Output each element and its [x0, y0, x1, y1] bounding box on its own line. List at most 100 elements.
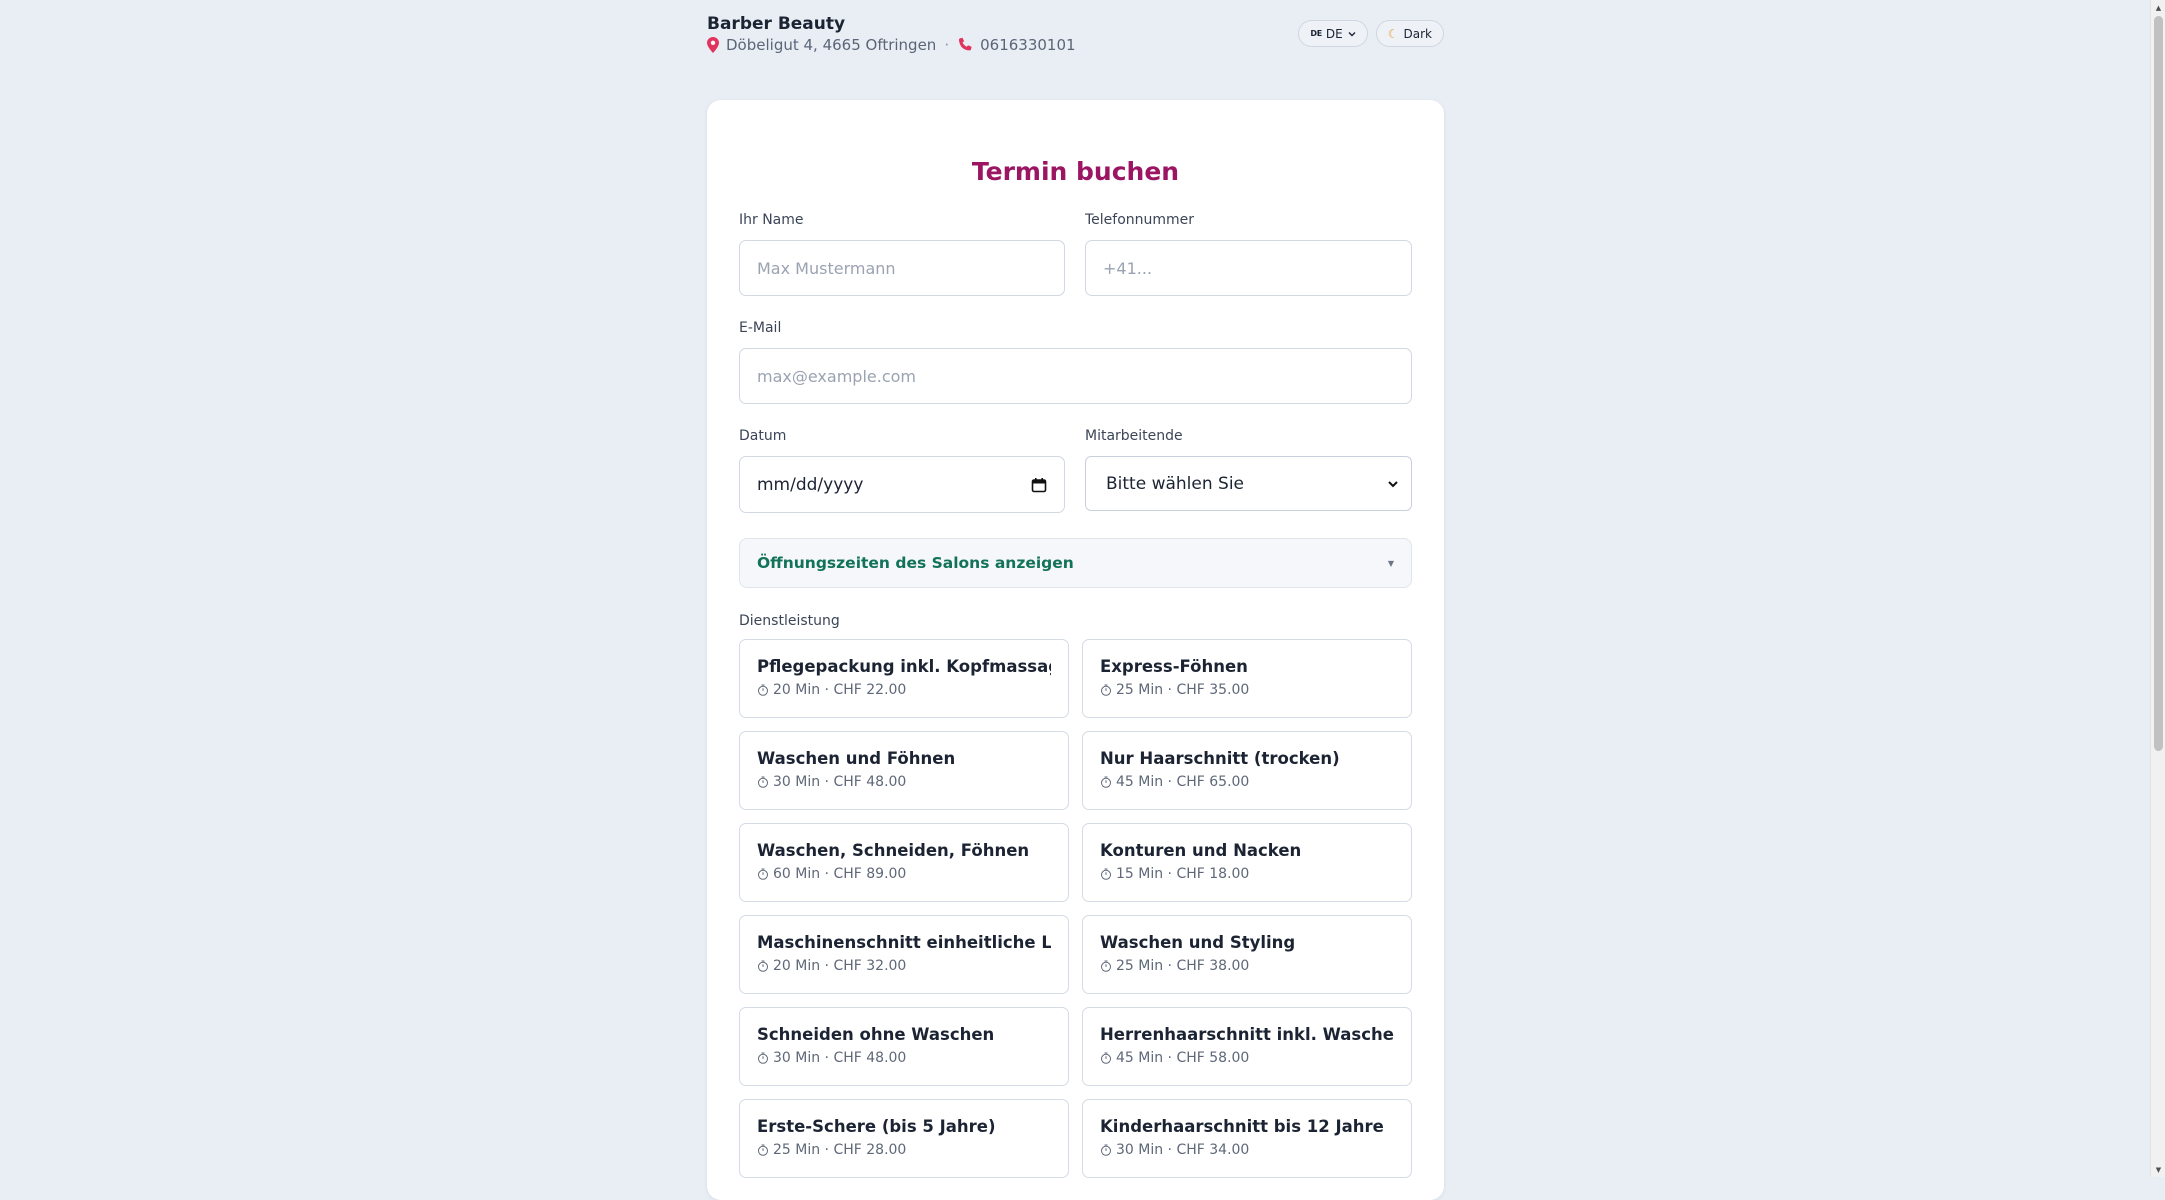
service-card[interactable]: Kinderhaarschnitt bis 12 Jahre 30 Min · … — [1082, 1099, 1412, 1178]
stopwatch-icon — [758, 776, 768, 788]
theme-label: Dark — [1403, 26, 1432, 41]
service-name: Waschen, Schneiden, Föhnen — [757, 841, 1030, 860]
service-name: Erste-Schere (bis 5 Jahre) — [757, 1117, 996, 1136]
salon-contact: Döbeligut 4, 4665 Oftringen · 0616330101 — [707, 36, 1076, 54]
service-duration-price: 25 Min · CHF 38.00 — [1116, 958, 1250, 974]
name-label: Ihr Name — [739, 212, 804, 228]
service-card[interactable]: Herrenhaarschnitt inkl. Waschen 45 Min ·… — [1082, 1007, 1412, 1086]
scrollbar-thumb[interactable] — [2154, 16, 2163, 751]
service-name: Waschen und Föhnen — [757, 749, 956, 768]
service-card[interactable]: Waschen und Styling 25 Min · CHF 38.00 — [1082, 915, 1412, 994]
scroll-down-arrow-icon[interactable]: ▼ — [2151, 1162, 2165, 1177]
expand-triangle-icon: ▼ — [1387, 558, 1394, 568]
service-details: 15 Min · CHF 18.00 — [1100, 866, 1394, 882]
moon-icon: ☾ — [1387, 26, 1399, 41]
email-label: E-Mail — [739, 320, 782, 336]
opening-hours-label: Öffnungszeiten des Salons anzeigen — [757, 554, 1074, 572]
theme-toggle-button[interactable]: ☾ Dark — [1375, 20, 1444, 47]
service-details: 25 Min · CHF 28.00 — [757, 1142, 1051, 1158]
chevron-down-icon — [1348, 31, 1356, 36]
service-duration-price: 25 Min · CHF 28.00 — [773, 1142, 907, 1158]
service-duration-price: 45 Min · CHF 65.00 — [1116, 774, 1250, 790]
service-card[interactable]: Erste-Schere (bis 5 Jahre) 25 Min · CHF … — [739, 1099, 1069, 1178]
service-name: Maschinenschnitt einheitliche Laenge — [757, 933, 1051, 952]
separator: · — [944, 36, 950, 54]
phone-input[interactable] — [1085, 240, 1412, 296]
service-card[interactable]: Pflegepackung inkl. Kopfmassage 20 Min ·… — [739, 639, 1069, 718]
phone-icon — [959, 37, 972, 51]
name-input[interactable] — [739, 240, 1065, 296]
service-card[interactable]: Waschen, Schneiden, Föhnen 60 Min · CHF … — [739, 823, 1069, 902]
service-name: Schneiden ohne Waschen — [757, 1025, 995, 1044]
service-card[interactable]: Waschen und Föhnen 30 Min · CHF 48.00 — [739, 731, 1069, 810]
stopwatch-icon — [758, 868, 768, 880]
service-card[interactable]: Nur Haarschnitt (trocken) 45 Min · CHF 6… — [1082, 731, 1412, 810]
booking-card: Termin buchen Ihr Name Telefonnummer E-M… — [707, 100, 1444, 1200]
services-label: Dienstleistung — [739, 613, 840, 629]
staff-label: Mitarbeitende — [1085, 428, 1183, 444]
stopwatch-icon — [758, 1052, 768, 1064]
service-details: 30 Min · CHF 48.00 — [757, 1050, 1051, 1066]
language-selector[interactable]: DE DE — [1298, 20, 1368, 47]
language-flag-icon: DE — [1310, 29, 1322, 38]
location-pin-icon — [707, 37, 719, 53]
language-label: DE — [1325, 26, 1343, 41]
date-label: Datum — [739, 428, 787, 444]
salon-header: Barber Beauty Döbeligut 4, 4665 Oftringe… — [707, 12, 1444, 62]
service-details: 60 Min · CHF 89.00 — [757, 866, 1051, 882]
service-details: 20 Min · CHF 22.00 — [757, 682, 1051, 698]
chevron-down-icon — [1388, 480, 1398, 487]
stopwatch-icon — [1101, 960, 1111, 972]
stopwatch-icon — [1101, 1052, 1111, 1064]
staff-select[interactable]: Bitte wählen Sie — [1085, 456, 1412, 511]
stopwatch-icon — [1101, 1144, 1111, 1156]
page-scrollbar[interactable]: ▲ ▼ — [2150, 0, 2165, 1177]
stopwatch-icon — [758, 1144, 768, 1156]
date-input[interactable]: mm/dd/yyyy — [739, 456, 1065, 513]
service-duration-price: 45 Min · CHF 58.00 — [1116, 1050, 1250, 1066]
service-name: Kinderhaarschnitt bis 12 Jahre — [1100, 1117, 1384, 1136]
service-duration-price: 30 Min · CHF 34.00 — [1116, 1142, 1250, 1158]
stopwatch-icon — [1101, 776, 1111, 788]
service-details: 30 Min · CHF 48.00 — [757, 774, 1051, 790]
service-grid: Pflegepackung inkl. Kopfmassage 20 Min ·… — [739, 639, 1412, 1178]
service-name: Express-Föhnen — [1100, 657, 1248, 676]
salon-phone[interactable]: 0616330101 — [980, 36, 1075, 54]
service-duration-price: 15 Min · CHF 18.00 — [1116, 866, 1250, 882]
service-card[interactable]: Schneiden ohne Waschen 30 Min · CHF 48.0… — [739, 1007, 1069, 1086]
service-details: 45 Min · CHF 65.00 — [1100, 774, 1394, 790]
page-title: Termin buchen — [971, 157, 1180, 186]
scroll-up-arrow-icon[interactable]: ▲ — [2151, 0, 2165, 15]
phone-label: Telefonnummer — [1085, 212, 1195, 228]
service-duration-price: 20 Min · CHF 22.00 — [773, 682, 907, 698]
service-name: Nur Haarschnitt (trocken) — [1100, 749, 1340, 768]
service-duration-price: 30 Min · CHF 48.00 — [773, 774, 907, 790]
service-duration-price: 60 Min · CHF 89.00 — [773, 866, 907, 882]
service-duration-price: 20 Min · CHF 32.00 — [773, 958, 907, 974]
email-input[interactable] — [739, 348, 1412, 404]
service-name: Pflegepackung inkl. Kopfmassage — [757, 657, 1051, 676]
service-details: 30 Min · CHF 34.00 — [1100, 1142, 1394, 1158]
service-duration-price: 30 Min · CHF 48.00 — [773, 1050, 907, 1066]
service-card[interactable]: Maschinenschnitt einheitliche Laenge 20 … — [739, 915, 1069, 994]
service-details: 25 Min · CHF 38.00 — [1100, 958, 1394, 974]
stopwatch-icon — [1101, 684, 1111, 696]
stopwatch-icon — [1101, 868, 1111, 880]
opening-hours-toggle[interactable]: Öffnungszeiten des Salons anzeigen ▼ — [739, 538, 1412, 588]
service-card[interactable]: Konturen und Nacken 15 Min · CHF 18.00 — [1082, 823, 1412, 902]
stopwatch-icon — [758, 960, 768, 972]
staff-selected-value: Bitte wählen Sie — [1106, 473, 1245, 494]
service-duration-price: 25 Min · CHF 35.00 — [1116, 682, 1250, 698]
service-details: 45 Min · CHF 58.00 — [1100, 1050, 1394, 1066]
service-name: Herrenhaarschnitt inkl. Waschen — [1100, 1025, 1394, 1044]
service-name: Konturen und Nacken — [1100, 841, 1302, 860]
calendar-icon[interactable] — [1031, 477, 1047, 493]
service-name: Waschen und Styling — [1100, 933, 1296, 952]
service-details: 20 Min · CHF 32.00 — [757, 958, 1051, 974]
salon-address: Döbeligut 4, 4665 Oftringen — [726, 36, 937, 54]
header-actions: DE DE ☾ Dark — [1298, 20, 1444, 47]
service-details: 25 Min · CHF 35.00 — [1100, 682, 1394, 698]
stopwatch-icon — [758, 684, 768, 696]
service-card[interactable]: Express-Föhnen 25 Min · CHF 35.00 — [1082, 639, 1412, 718]
salon-name: Barber Beauty — [707, 14, 846, 34]
